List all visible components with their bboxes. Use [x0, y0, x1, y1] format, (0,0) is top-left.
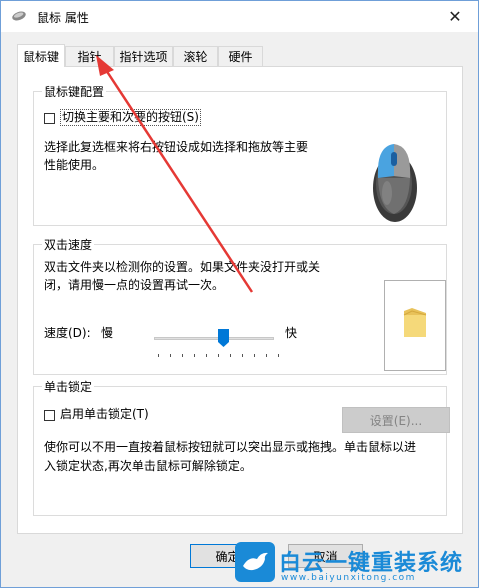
slider-tick [182, 354, 183, 357]
button-config-group-label: 鼠标键配置 [42, 83, 107, 100]
tab-pointers[interactable]: 指针 [65, 46, 114, 66]
slider-tick [170, 354, 171, 357]
double-click-desc-line1: 双击文件夹以检测你的设置。如果文件夹没打开或关 [44, 260, 321, 274]
mouse-app-icon [12, 11, 26, 21]
tab-wheel[interactable]: 滚轮 [173, 46, 218, 66]
tab-page-mouse-buttons: 鼠标键配置 切换主要和次要的按钮(S) 选择此复选框来将右按钮设成如选择和拖放等… [17, 66, 463, 534]
button-config-group: 鼠标键配置 切换主要和次要的按钮(S) 选择此复选框来将右按钮设成如选择和拖放等… [33, 83, 447, 226]
click-lock-label[interactable]: 启用单击锁定(T) [60, 405, 149, 424]
click-lock-desc-line2: 入锁定状态,再次单击鼠标可解除锁定。 [44, 459, 252, 473]
slider-tick [206, 354, 207, 357]
button-config-desc-line2: 性能使用。 [44, 158, 105, 172]
double-click-desc-line2: 闭，请用慢一点的设置再试一次。 [44, 278, 225, 292]
click-lock-group-label: 单击锁定 [42, 378, 95, 395]
double-click-speed-group: 双击速度 双击文件夹以检测你的设置。如果文件夹没打开或关 闭，请用慢一点的设置再… [33, 236, 447, 375]
test-folder-area[interactable] [384, 280, 446, 371]
speed-fast-label: 快 [285, 326, 298, 340]
double-click-group-label: 双击速度 [42, 236, 95, 253]
slider-tick [278, 354, 279, 357]
switch-buttons-checkbox[interactable] [44, 113, 55, 124]
close-button[interactable]: ✕ [432, 1, 478, 32]
slider-tick [218, 354, 219, 357]
click-lock-desc-line1: 使你可以不用一直按着鼠标按钮就可以突出显示或拖拽。单击鼠标以进 [44, 440, 417, 454]
title-bar: 鼠标 属性 ✕ [1, 1, 478, 32]
watermark-logo [235, 542, 275, 582]
slider-thumb-icon[interactable] [218, 329, 229, 347]
mouse-icon [373, 144, 417, 222]
click-lock-settings-button[interactable]: 设置(E)... [342, 407, 450, 433]
bird-logo-icon [243, 552, 268, 571]
watermark: 白云一键重装系统 www.baiyunxitong.com [235, 542, 479, 588]
speed-label: 速度(D): [44, 326, 91, 340]
button-config-desc-line1: 选择此复选框来将右按钮设成如选择和拖放等主要 [44, 140, 309, 154]
slider-tick [254, 354, 255, 357]
watermark-url: www.baiyunxitong.com [281, 573, 416, 583]
window-title: 鼠标 属性 [37, 11, 89, 25]
folder-icon [403, 308, 427, 337]
slider-tick [194, 354, 195, 357]
tab-hardware[interactable]: 硬件 [218, 46, 263, 66]
slider-tick [158, 354, 159, 357]
tab-mouse-buttons[interactable]: 鼠标键 [17, 44, 65, 67]
tab-pointer-options[interactable]: 指针选项 [114, 46, 173, 66]
mouse-properties-window: 鼠标 属性 ✕ 鼠标键 指针 指针选项 滚轮 硬件 鼠标键配置 切换主要和次要的… [0, 0, 479, 588]
close-icon: ✕ [448, 7, 462, 26]
speed-slow-label: 慢 [101, 326, 114, 340]
switch-buttons-label[interactable]: 切换主要和次要的按钮(S) [60, 109, 201, 126]
slider-tick [266, 354, 267, 357]
slider-tick [230, 354, 231, 357]
speed-slider-track[interactable] [154, 337, 274, 340]
click-lock-group: 单击锁定 启用单击锁定(T) 设置(E)... 使你可以不用一直按着鼠标按钮就可… [33, 378, 450, 516]
click-lock-checkbox[interactable] [44, 410, 55, 421]
slider-tick [242, 354, 243, 357]
